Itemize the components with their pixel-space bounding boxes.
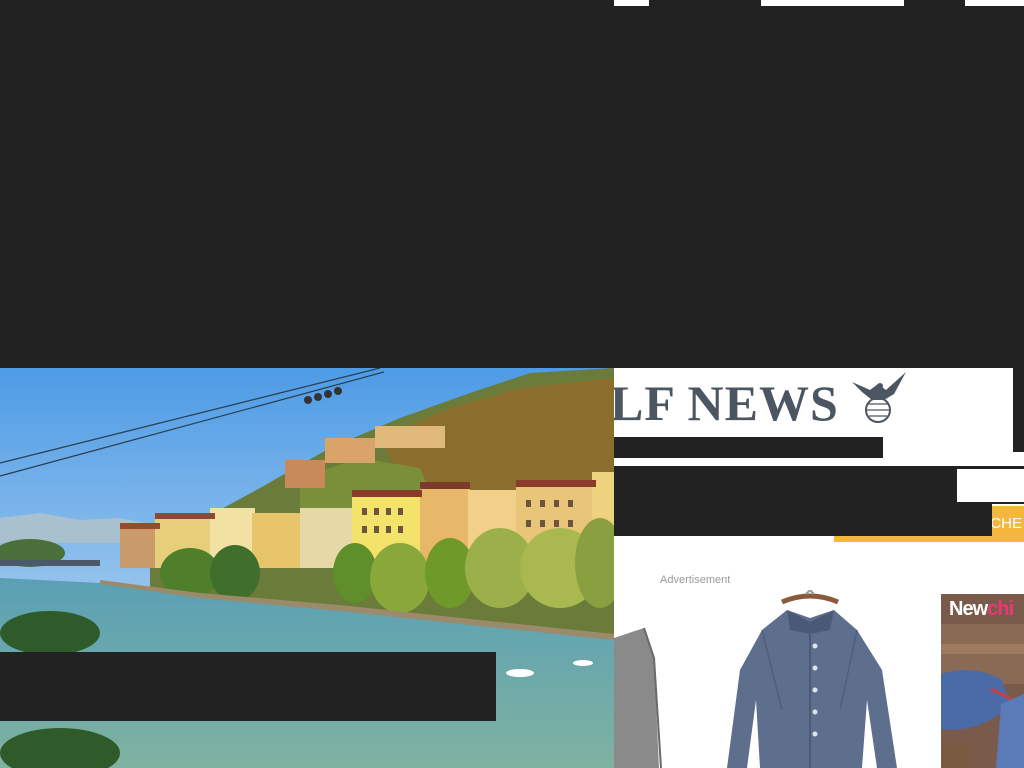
nav-bar-block-2	[614, 466, 957, 502]
advertisement-label: Advertisement	[660, 574, 731, 586]
right-edge-bar	[1013, 368, 1024, 452]
top-strip-3	[965, 0, 1024, 6]
ad-shirt-image[interactable]	[722, 588, 902, 768]
site-logo-text[interactable]: LF NEWS	[614, 374, 839, 432]
ad-shirt-image-left[interactable]	[614, 618, 664, 768]
eagle-logo-icon	[850, 368, 908, 424]
top-strip-1	[614, 0, 649, 6]
news-panel: LF NEWS Advertisement ACHE Newchi	[614, 368, 1024, 768]
brand-ad-tile[interactable]: Newchi	[941, 594, 1024, 768]
nav-bar-block-1	[614, 437, 883, 458]
nav-bar-block-5	[614, 502, 992, 536]
shoe-image	[941, 624, 1024, 768]
top-strip-2	[761, 0, 904, 6]
photo-caption-block	[0, 652, 496, 721]
nav-bar-block-3	[957, 466, 1024, 469]
